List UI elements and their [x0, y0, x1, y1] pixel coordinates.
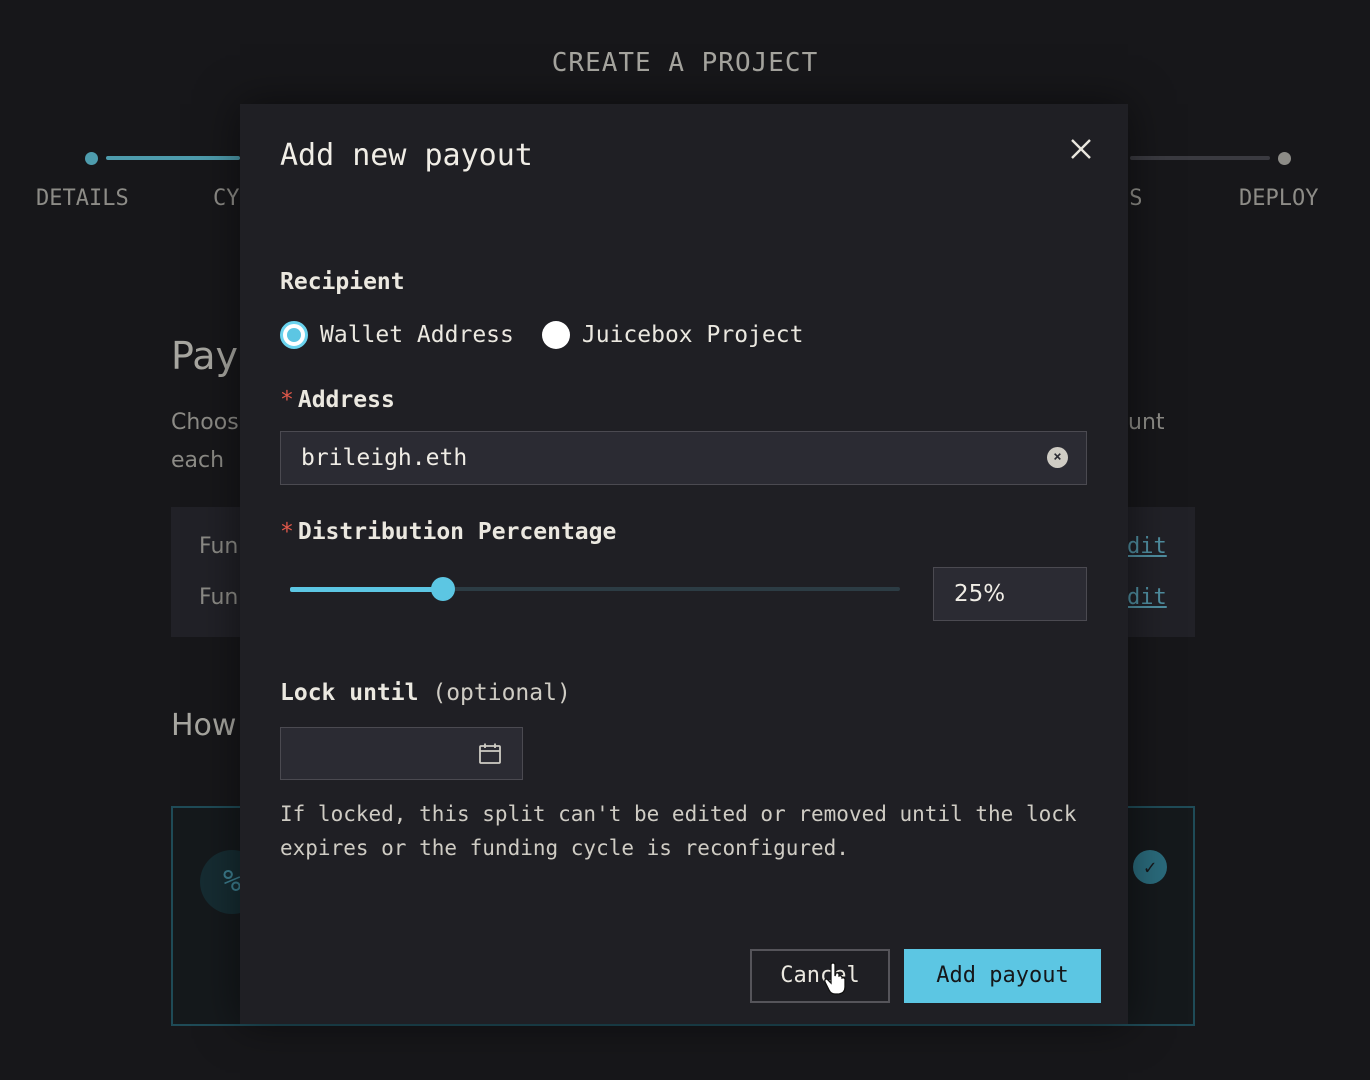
funding-row-label: Fun	[199, 534, 239, 559]
radio-juicebox-project-label: Juicebox Project	[581, 322, 804, 348]
address-value[interactable]: brileigh.eth	[301, 445, 467, 471]
slider-track	[290, 587, 443, 592]
check-icon: ✓	[1133, 850, 1167, 884]
distribution-percentage-input[interactable]: 25%	[933, 567, 1087, 621]
address-label: * Address	[280, 387, 395, 413]
calendar-icon[interactable]	[478, 742, 502, 766]
radio-selected-indicator[interactable]	[280, 321, 308, 349]
lock-until-label: Lock until (optional)	[280, 680, 571, 706]
distribution-label-text: Distribution Percentage	[297, 519, 617, 545]
modal-title: Add new payout	[280, 138, 533, 173]
slider-handle[interactable]	[430, 577, 455, 601]
distribution-slider[interactable]	[290, 574, 900, 604]
close-icon[interactable]	[1066, 134, 1096, 164]
lock-until-label-text: Lock until	[280, 680, 419, 706]
recipient-radio-group: Wallet Address Juicebox Project	[280, 320, 831, 350]
section-description-right: unt	[1128, 410, 1165, 435]
lock-until-date-input[interactable]	[280, 727, 523, 780]
step-line-progress	[106, 156, 240, 160]
section-heading-payouts: Pay	[171, 334, 238, 378]
step-label-cycles[interactable]: CY	[213, 186, 240, 211]
radio-wallet-address-label: Wallet Address	[320, 322, 514, 348]
step-dot-details	[85, 152, 98, 165]
funding-row-edit-link[interactable]: dit	[1127, 585, 1167, 610]
recipient-label: Recipient	[280, 269, 405, 295]
pointer-cursor-icon	[824, 962, 846, 995]
add-payout-button[interactable]: Add payout	[904, 949, 1101, 1003]
cancel-button[interactable]: Cancel	[750, 949, 890, 1003]
step-line-remaining	[1130, 156, 1270, 160]
address-input[interactable]: brileigh.eth ×	[280, 431, 1087, 485]
step-dot-deploy	[1278, 152, 1291, 165]
funding-row-edit-link[interactable]: dit	[1127, 534, 1167, 559]
optional-label: (optional)	[432, 680, 571, 706]
address-label-text: Address	[297, 387, 395, 413]
section-heading-how: How	[171, 708, 237, 743]
radio-unselected-indicator[interactable]	[541, 321, 570, 349]
required-mark: *	[280, 519, 294, 545]
radio-juicebox-project[interactable]: Juicebox Project	[541, 321, 804, 349]
step-label-deploy[interactable]: DEPLOY	[1239, 186, 1318, 211]
clear-icon[interactable]: ×	[1047, 447, 1068, 468]
section-description-line2: each	[171, 448, 225, 473]
section-description-line1: Choos	[171, 410, 239, 435]
required-mark: *	[280, 387, 294, 413]
lock-help-text: If locked, this split can't be edited or…	[280, 802, 1077, 860]
page-title: CREATE A PROJECT	[551, 48, 819, 78]
radio-wallet-address[interactable]: Wallet Address	[280, 321, 514, 349]
step-label-details[interactable]: DETAILS	[36, 186, 129, 211]
distribution-label: * Distribution Percentage	[280, 519, 616, 545]
add-payout-modal: Add new payout Recipient Wallet Address …	[240, 104, 1128, 1024]
distribution-percentage-value[interactable]: 25%	[954, 581, 1005, 607]
funding-row-label: Fun	[199, 585, 239, 610]
